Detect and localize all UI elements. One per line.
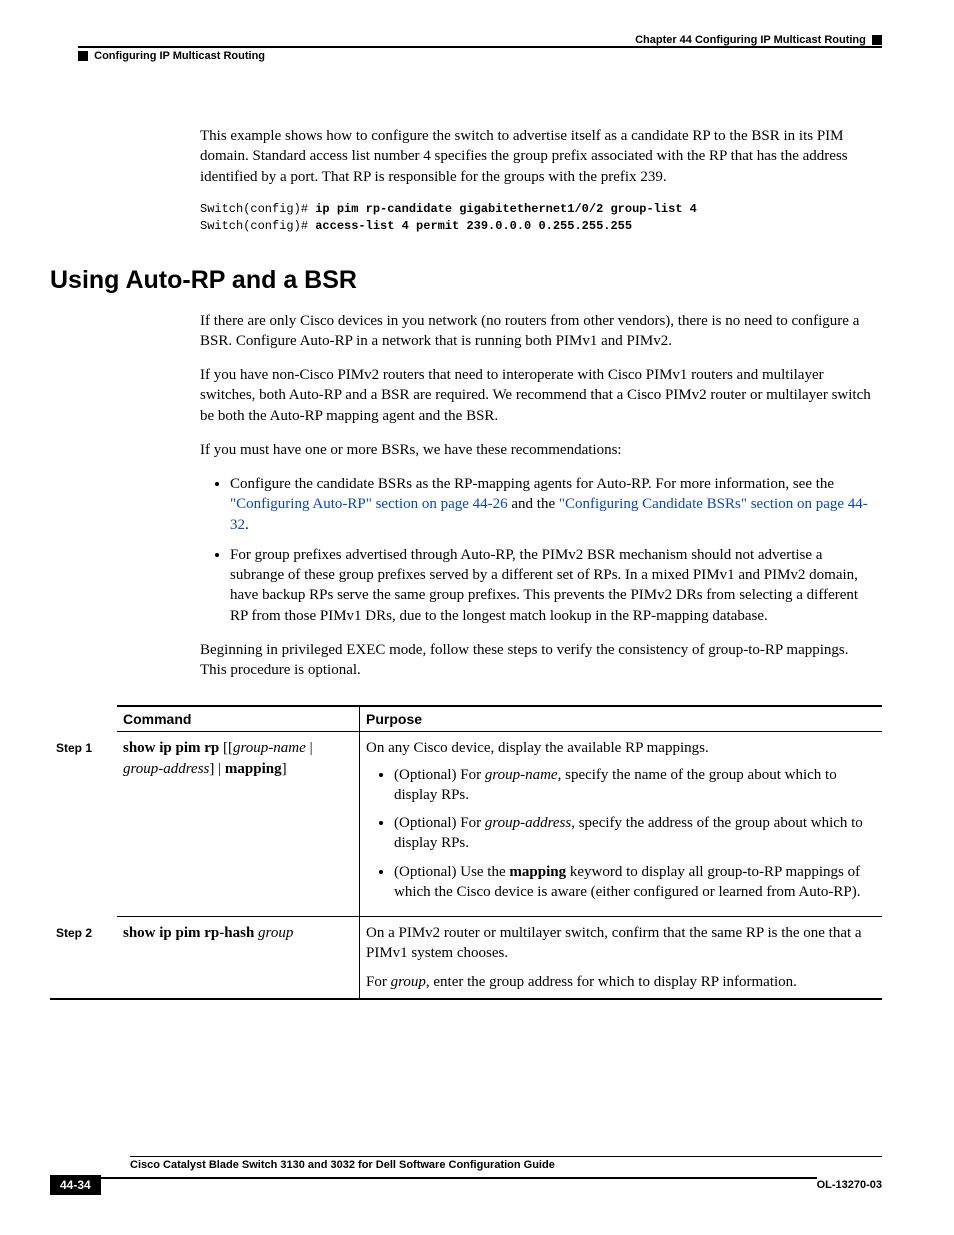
- header-section: Configuring IP Multicast Routing: [78, 50, 265, 62]
- para-1: If there are only Cisco devices in you n…: [200, 311, 877, 352]
- header-rule: [78, 46, 882, 48]
- page-footer: Cisco Catalyst Blade Switch 3130 and 303…: [50, 1156, 882, 1195]
- page-header: Chapter 44 Configuring IP Multicast Rout…: [78, 34, 882, 46]
- list-item: (Optional) For group-name, specify the n…: [394, 765, 876, 806]
- code-example: Switch(config)# ip pim rp-candidate giga…: [200, 201, 877, 236]
- page-number: 44-34: [50, 1175, 101, 1195]
- th-step: [50, 706, 117, 732]
- purpose-cell: On a PIMv2 router or multilayer switch, …: [360, 917, 883, 999]
- table-row: Step 2 show ip pim rp-hash group On a PI…: [50, 917, 882, 999]
- header-right: Chapter 44 Configuring IP Multicast Rout…: [635, 34, 882, 46]
- header-box-icon-left: [78, 51, 88, 61]
- purpose-cell: On any Cisco device, display the availab…: [360, 732, 883, 917]
- command-cell: show ip pim rp [[group-name | group-addr…: [117, 732, 360, 917]
- th-purpose: Purpose: [360, 706, 883, 732]
- para-3: If you must have one or more BSRs, we ha…: [200, 440, 877, 460]
- th-command: Command: [117, 706, 360, 732]
- intro-paragraph: This example shows how to configure the …: [200, 126, 877, 187]
- section-heading: Using Auto-RP and a BSR: [50, 266, 882, 295]
- para-2: If you have non-Cisco PIMv2 routers that…: [200, 365, 877, 426]
- recommendation-list: Configure the candidate BSRs as the RP-m…: [200, 474, 877, 626]
- doc-number: OL-13270-03: [817, 1179, 882, 1191]
- xref-link[interactable]: "Configuring Auto-RP" section on page 44…: [230, 496, 508, 512]
- para-4: Beginning in privileged EXEC mode, follo…: [200, 640, 877, 681]
- list-item: (Optional) Use the mapping keyword to di…: [394, 862, 876, 903]
- command-cell: show ip pim rp-hash group: [117, 917, 360, 999]
- header-sub: Configuring IP Multicast Routing: [78, 50, 882, 62]
- table-row: Step 1 show ip pim rp [[group-name | gro…: [50, 732, 882, 917]
- footer-title: Cisco Catalyst Blade Switch 3130 and 303…: [130, 1159, 882, 1171]
- step-label: Step 2: [50, 917, 117, 999]
- header-box-icon: [872, 35, 882, 45]
- list-item: Configure the candidate BSRs as the RP-m…: [230, 474, 877, 535]
- list-item: (Optional) For group-address, specify th…: [394, 813, 876, 854]
- step-label: Step 1: [50, 732, 117, 917]
- list-item: For group prefixes advertised through Au…: [230, 545, 877, 626]
- procedure-table: Command Purpose Step 1 show ip pim rp [[…: [50, 705, 882, 1000]
